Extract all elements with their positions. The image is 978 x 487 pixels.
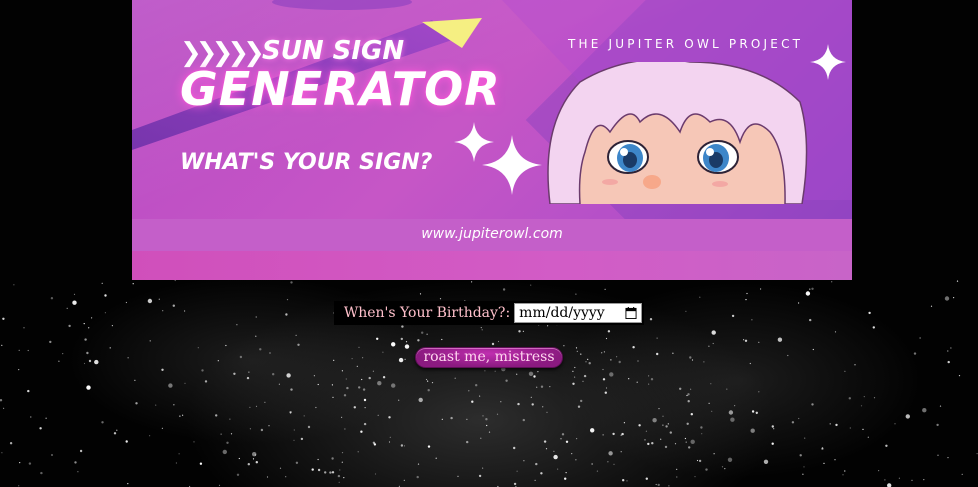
sparkle-icon [482, 135, 542, 195]
birthday-label: When's Your Birthday?: [333, 301, 513, 325]
banner-title: GENERATOR [180, 62, 501, 116]
page: ❯❯❯❯❯ SUN SIGN GENERATOR WHAT'S YOUR SIG… [0, 0, 978, 487]
anime-character-illustration [547, 62, 808, 204]
calendar-icon[interactable] [625, 307, 637, 319]
roast-me-button[interactable]: roast me, mistress [415, 347, 563, 368]
birthday-form: When's Your Birthday?: mm/dd/yyyy [333, 301, 645, 325]
banner-tagline: WHAT'S YOUR SIGN? [180, 150, 433, 175]
header-banner: ❯❯❯❯❯ SUN SIGN GENERATOR WHAT'S YOUR SIG… [132, 0, 852, 280]
sparkle-icon [810, 44, 846, 80]
project-name: THE JUPITER OWL PROJECT [568, 37, 804, 51]
date-placeholder: mm/dd/yyyy [519, 305, 605, 321]
birthday-date-input[interactable]: mm/dd/yyyy [514, 303, 643, 323]
birthday-form-row: When's Your Birthday?: mm/dd/yyyy [0, 301, 978, 325]
submit-row: roast me, mistress [0, 346, 978, 368]
website-url: www.jupiterowl.com [421, 226, 563, 242]
